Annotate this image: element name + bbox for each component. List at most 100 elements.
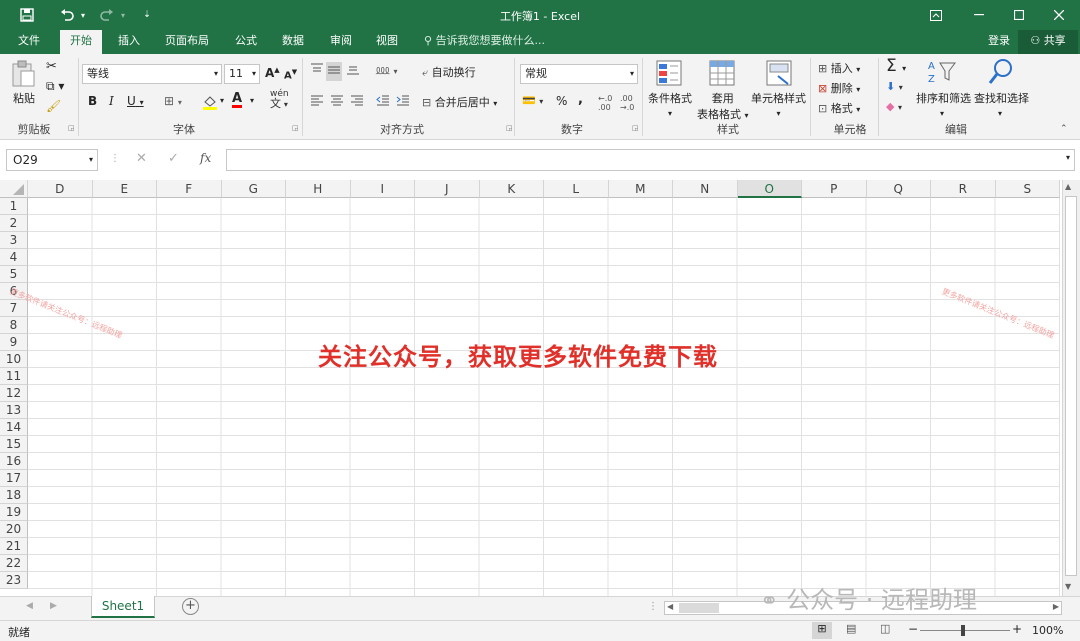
borders-button[interactable]: ⊞ ▾ [164,94,182,108]
column-header-h[interactable]: H [286,180,351,198]
cell-styles-icon[interactable] [766,60,792,89]
decrease-decimal-icon[interactable]: .00 →.0 [620,94,634,112]
column-header-s[interactable]: S [995,180,1060,198]
expand-formula-bar-icon[interactable]: ▾ [1066,153,1070,162]
number-dialog-launcher-icon[interactable]: ◲ [632,124,639,132]
column-header-j[interactable]: J [415,180,480,198]
row-header-13[interactable]: 13 [0,402,28,419]
align-middle-icon[interactable] [326,62,342,81]
italic-button[interactable]: I [109,94,114,108]
normal-view-icon[interactable]: ⊞ [812,622,832,639]
column-header-g[interactable]: G [221,180,286,198]
row-header-14[interactable]: 14 [0,419,28,436]
row-header-10[interactable]: 10 [0,351,28,368]
bold-button[interactable]: B [88,94,97,108]
row-header-11[interactable]: 11 [0,368,28,385]
font-size-select[interactable]: 11 ▾ [224,64,260,84]
font-color-dropdown-icon[interactable]: ▾ [250,96,254,105]
align-right-icon[interactable] [350,94,364,109]
tab-review[interactable]: 审阅 [320,30,362,54]
confirm-entry-icon[interactable]: ✓ [168,151,179,166]
row-header-21[interactable]: 21 [0,538,28,555]
formula-input[interactable]: ▾ [226,149,1075,171]
share-button[interactable]: ⚇ 共享 [1018,30,1078,54]
tab-home[interactable]: 开始 [60,30,102,54]
font-color-button[interactable]: A [232,92,243,108]
alignment-dialog-launcher-icon[interactable]: ◲ [506,124,513,132]
row-header-19[interactable]: 19 [0,504,28,521]
row-header-22[interactable]: 22 [0,555,28,572]
column-header-o[interactable]: O [737,180,802,198]
column-header-i[interactable]: I [350,180,415,198]
fill-icon[interactable]: ⬇ ▾ [886,80,903,93]
row-header-23[interactable]: 23 [0,572,28,589]
minimize-icon[interactable] [968,0,990,30]
clear-icon[interactable]: ◆ ▾ [886,100,902,113]
format-cells-button[interactable]: ⊡ 格式 ▾ [818,100,860,116]
zoom-in-icon[interactable]: + [1012,622,1022,636]
cells-area[interactable] [28,198,1060,596]
sort-filter-button[interactable]: 排序和筛选 ▾ [916,90,971,119]
align-top-icon[interactable] [310,62,324,79]
next-sheet-icon[interactable]: ▶ [50,601,57,611]
tab-view[interactable]: 视图 [366,30,408,54]
new-sheet-icon[interactable]: + [182,598,199,615]
vertical-scroll-thumb[interactable] [1065,196,1077,576]
conditional-formatting-icon[interactable] [656,60,682,89]
column-header-n[interactable]: N [673,180,738,198]
column-header-r[interactable]: R [931,180,996,198]
row-header-18[interactable]: 18 [0,487,28,504]
column-header-m[interactable]: M [608,180,673,198]
scroll-left-icon[interactable]: ◀ [667,602,673,611]
login-link[interactable]: 登录 [982,30,1016,54]
horizontal-scroll-thumb[interactable] [679,603,719,613]
insert-cells-button[interactable]: ⊞ 插入 ▾ [818,60,860,76]
format-as-table-button[interactable]: 套用 表格格式 ▾ [697,90,749,122]
cut-icon[interactable]: ✂ [46,59,57,74]
ribbon-display-options-icon[interactable] [925,0,947,30]
wrap-text-button[interactable]: ⤶ 自动换行 [422,64,476,80]
column-header-e[interactable]: E [92,180,157,198]
row-header-16[interactable]: 16 [0,453,28,470]
paste-button[interactable] [10,60,36,91]
row-header-12[interactable]: 12 [0,385,28,402]
find-select-button[interactable]: 查找和选择 ▾ [974,90,1029,119]
collapse-ribbon-icon[interactable]: ⌃ [1060,124,1068,134]
name-box[interactable]: O29 ▾ [6,149,98,171]
row-header-3[interactable]: 3 [0,232,28,249]
align-bottom-icon[interactable] [346,62,360,79]
column-header-d[interactable]: D [28,180,93,198]
phonetic-button[interactable]: wén 文 ▾ [270,90,289,110]
column-header-q[interactable]: Q [866,180,931,198]
maximize-icon[interactable] [1008,0,1030,30]
tab-page-layout[interactable]: 页面布局 [158,30,216,54]
prev-sheet-icon[interactable]: ◀ [26,601,33,611]
copy-icon[interactable]: ⧉ ▾ [46,79,64,94]
clipboard-dialog-launcher-icon[interactable]: ◲ [68,124,75,132]
format-painter-icon[interactable]: 🖌 [46,99,61,113]
align-left-icon[interactable] [310,94,324,109]
tab-data[interactable]: 数据 [272,30,314,54]
page-break-view-icon[interactable]: ◫ [880,622,890,635]
delete-cells-button[interactable]: ⊠ 删除 ▾ [818,80,860,96]
fill-color-button[interactable] [202,94,218,113]
increase-decimal-icon[interactable]: ←.0.00 [598,94,612,112]
row-header-15[interactable]: 15 [0,436,28,453]
tab-file[interactable]: 文件 [8,30,50,54]
zoom-out-icon[interactable]: − [908,622,918,636]
row-header-5[interactable]: 5 [0,266,28,283]
zoom-slider[interactable] [920,625,1010,636]
column-header-p[interactable]: P [802,180,867,198]
zoom-level[interactable]: 100% [1032,624,1063,637]
percent-button[interactable]: % [556,94,567,108]
vertical-scrollbar[interactable]: ▲ ▼ [1062,180,1080,596]
row-header-8[interactable]: 8 [0,317,28,334]
orientation-icon[interactable]: ⅏ ▾ [376,60,398,78]
conditional-formatting-button[interactable]: 条件格式 ▾ [648,90,692,119]
row-header-1[interactable]: 1 [0,198,28,215]
select-all-button[interactable] [0,180,28,198]
format-as-table-icon[interactable] [709,60,735,89]
row-header-17[interactable]: 17 [0,470,28,487]
merge-center-button[interactable]: ⊟ 合并后居中 ▾ [422,94,497,110]
cancel-entry-icon[interactable]: ✕ [136,151,147,166]
